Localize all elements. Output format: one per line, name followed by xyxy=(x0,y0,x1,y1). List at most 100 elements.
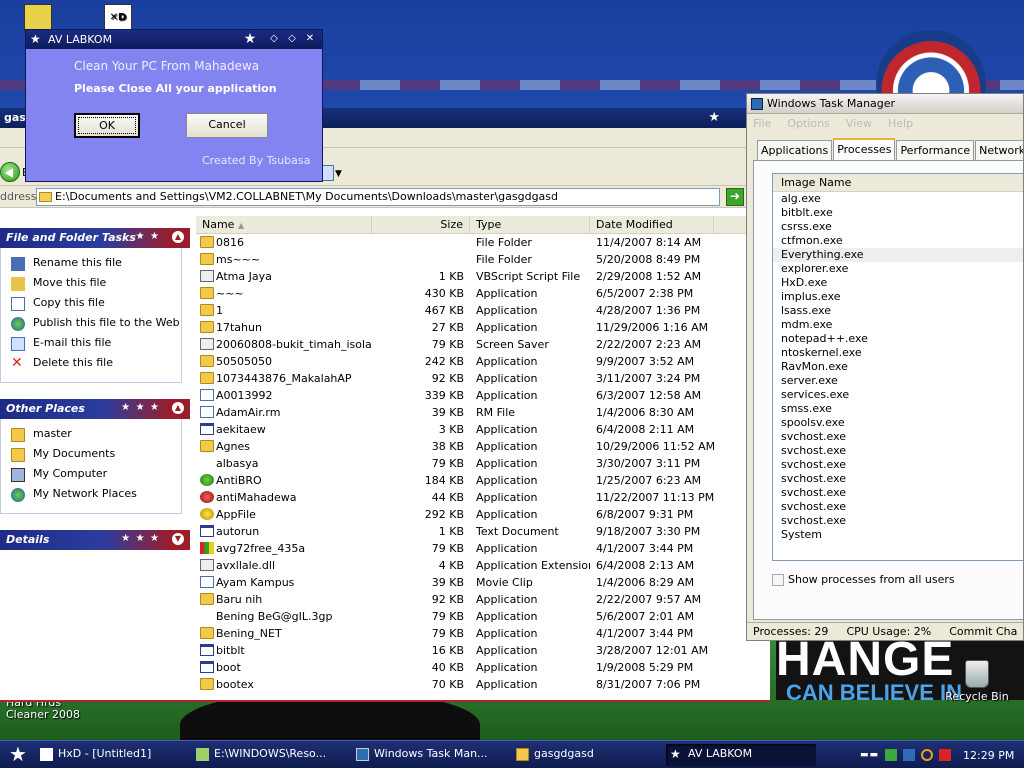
tab-processes[interactable]: Processes xyxy=(833,138,896,160)
collapse-icon[interactable]: ▲ xyxy=(172,231,184,243)
recycle-bin[interactable]: Recycle Bin xyxy=(944,660,1010,703)
place-my-documents[interactable]: My Documents xyxy=(11,445,173,465)
process-row[interactable]: svchost.exe xyxy=(773,472,1023,486)
start-button-star-icon[interactable]: ★ xyxy=(0,741,36,768)
file-row[interactable]: AppFile 292 KB Application 6/8/2007 9:31 PM xyxy=(196,506,770,523)
taskbar-button-taskmgr[interactable]: Windows Task Man... xyxy=(352,744,508,766)
file-row[interactable]: Baru nih 92 KB Application 2/22/2007 9:57 A… xyxy=(196,591,770,608)
file-row[interactable]: bitblt 16 KB Application 3/28/2007 12:01 AM xyxy=(196,642,770,659)
process-row[interactable]: smss.exe xyxy=(773,402,1023,416)
process-row[interactable]: RavMon.exe xyxy=(773,360,1023,374)
file-row[interactable]: Bening_NET 79 KB Application 4/1/2007 3:44 … xyxy=(196,625,770,642)
tab-performance[interactable]: Performance xyxy=(896,140,975,160)
place-my-network[interactable]: My Network Places xyxy=(11,485,173,505)
file-row[interactable]: 1073443876_MakalahAP 92 KB Application 3/11… xyxy=(196,370,770,387)
taskbar-button-notepad[interactable]: E:\WINDOWS\Reso... xyxy=(192,744,348,766)
task-publish[interactable]: Publish this file to the Web xyxy=(11,314,180,334)
file-name[interactable]: ~~~ xyxy=(196,285,372,302)
file-name[interactable]: A0013992 xyxy=(196,387,372,404)
process-row[interactable]: alg.exe xyxy=(773,192,1023,206)
file-name[interactable]: Baru nih xyxy=(196,591,372,608)
file-name[interactable]: aekitaew xyxy=(196,421,372,438)
taskbar-button-hxd[interactable]: HxD - [Untitled1] xyxy=(36,744,188,766)
column-name[interactable]: Name ▲ xyxy=(196,216,372,233)
file-row[interactable]: albasya 79 KB Application 3/30/2007 3:11 PM xyxy=(196,455,770,472)
go-button[interactable]: ➜ xyxy=(726,188,744,206)
task-rename[interactable]: Rename this file xyxy=(11,254,173,274)
file-name[interactable]: Atma Jaya xyxy=(196,268,372,285)
close-icon[interactable]: ✕ xyxy=(302,32,318,46)
menu-view[interactable]: View xyxy=(846,117,872,131)
file-name[interactable]: autorun xyxy=(196,523,372,540)
task-move[interactable]: Move this file xyxy=(11,274,173,294)
file-name[interactable]: AdamAir.rm xyxy=(196,404,372,421)
file-name[interactable]: AppFile xyxy=(196,506,372,523)
file-row[interactable]: avxllale.dll 4 KB Application Extension 6/4… xyxy=(196,557,770,574)
details-header[interactable]: Details ★ ★ ★ ▼ xyxy=(0,530,190,550)
process-row[interactable]: mdm.exe xyxy=(773,318,1023,332)
file-row[interactable]: Agnes 38 KB Application 10/29/2006 11:52 AM xyxy=(196,438,770,455)
file-row[interactable]: 17tahun 27 KB Application 11/29/2006 1:16 A… xyxy=(196,319,770,336)
process-row[interactable]: implus.exe xyxy=(773,290,1023,304)
process-row[interactable]: lsass.exe xyxy=(773,304,1023,318)
menu-file[interactable]: File xyxy=(753,117,771,131)
tray-search-icon[interactable] xyxy=(921,749,934,761)
expand-icon[interactable]: ▼ xyxy=(172,533,184,545)
other-places-header[interactable]: Other Places ★ ★ ★ ▲ xyxy=(0,399,190,419)
file-row[interactable]: ~~~ 430 KB Application 6/5/2007 2:38 PM xyxy=(196,285,770,302)
file-row[interactable]: autorun 1 KB Text Document 9/18/2007 3:30 P… xyxy=(196,523,770,540)
process-row[interactable]: bitblt.exe xyxy=(773,206,1023,220)
file-name[interactable]: bitblt xyxy=(196,642,372,659)
tray-antivirus-icon[interactable] xyxy=(939,749,952,761)
file-name[interactable]: 1073443876_MakalahAP xyxy=(196,370,372,387)
process-row[interactable]: ntoskernel.exe xyxy=(773,346,1023,360)
file-name[interactable]: 17tahun xyxy=(196,319,372,336)
file-name[interactable]: Bening_NET xyxy=(196,625,372,642)
file-row[interactable]: 20060808-bukit_timah_isolation 79 KB Scree… xyxy=(196,336,770,353)
file-row[interactable]: ms~~~ File Folder 5/20/2008 8:49 PM xyxy=(196,251,770,268)
ok-button[interactable]: OK xyxy=(74,113,140,138)
file-row[interactable]: AntiBRO 184 KB Application 1/25/2007 6:23 A… xyxy=(196,472,770,489)
file-row[interactable]: AdamAir.rm 39 KB RM File 1/4/2006 8:30 AM xyxy=(196,404,770,421)
file-name[interactable]: 0816 xyxy=(196,234,372,251)
minimize-icon[interactable]: ◇ xyxy=(266,32,282,46)
process-row[interactable]: svchost.exe xyxy=(773,514,1023,528)
task-manager-titlebar[interactable]: Windows Task Manager xyxy=(747,94,1023,114)
file-name[interactable]: antiMahadewa xyxy=(196,489,372,506)
file-name[interactable]: bootex xyxy=(196,676,372,693)
process-row[interactable]: explorer.exe xyxy=(773,262,1023,276)
menu-help[interactable]: Help xyxy=(888,117,913,131)
cancel-button[interactable]: Cancel xyxy=(186,113,268,138)
process-row[interactable]: csrss.exe xyxy=(773,220,1023,234)
show-all-processes-checkbox[interactable]: Show processes from all users xyxy=(772,573,955,586)
task-delete[interactable]: ✕ Delete this file xyxy=(11,354,173,374)
process-row[interactable]: notepad++.exe xyxy=(773,332,1023,346)
file-name[interactable]: 1 xyxy=(196,302,372,319)
file-row[interactable]: 1 467 KB Application 4/28/2007 1:36 PM xyxy=(196,302,770,319)
process-row[interactable]: System xyxy=(773,528,1023,542)
desktop-icon-label-cleaner[interactable]: Cleaner 2008 xyxy=(6,708,80,721)
process-row[interactable]: svchost.exe xyxy=(773,458,1023,472)
process-row[interactable]: server.exe xyxy=(773,374,1023,388)
tab-applications[interactable]: Applications xyxy=(757,140,833,160)
file-row[interactable]: boot 40 KB Application 1/9/2008 5:29 PM xyxy=(196,659,770,676)
taskbar-button-explorer[interactable]: gasgdgasd xyxy=(512,744,662,766)
file-name[interactable]: avg72free_435a xyxy=(196,540,372,557)
process-row[interactable]: ctfmon.exe xyxy=(773,234,1023,248)
column-size[interactable]: Size xyxy=(372,216,470,233)
process-row[interactable]: svchost.exe xyxy=(773,500,1023,514)
file-name[interactable]: Agnes xyxy=(196,438,372,455)
file-name[interactable]: boot xyxy=(196,659,372,676)
process-row[interactable]: services.exe xyxy=(773,388,1023,402)
file-name[interactable]: avxllale.dll xyxy=(196,557,372,574)
file-name[interactable]: AntiBRO xyxy=(196,472,372,489)
file-name[interactable]: 20060808-bukit_timah_isolation xyxy=(196,336,372,353)
task-copy[interactable]: Copy this file xyxy=(11,294,173,314)
taskbar-clock[interactable]: 12:29 PM xyxy=(963,749,1014,762)
file-name[interactable]: 50505050 xyxy=(196,353,372,370)
file-name[interactable]: albasya xyxy=(196,455,372,472)
maximize-icon[interactable]: ◇ xyxy=(284,32,300,46)
address-field[interactable]: E:\Documents and Settings\VM2.COLLABNET\… xyxy=(36,188,720,206)
process-row[interactable]: spoolsv.exe xyxy=(773,416,1023,430)
column-date[interactable]: Date Modified xyxy=(590,216,714,233)
